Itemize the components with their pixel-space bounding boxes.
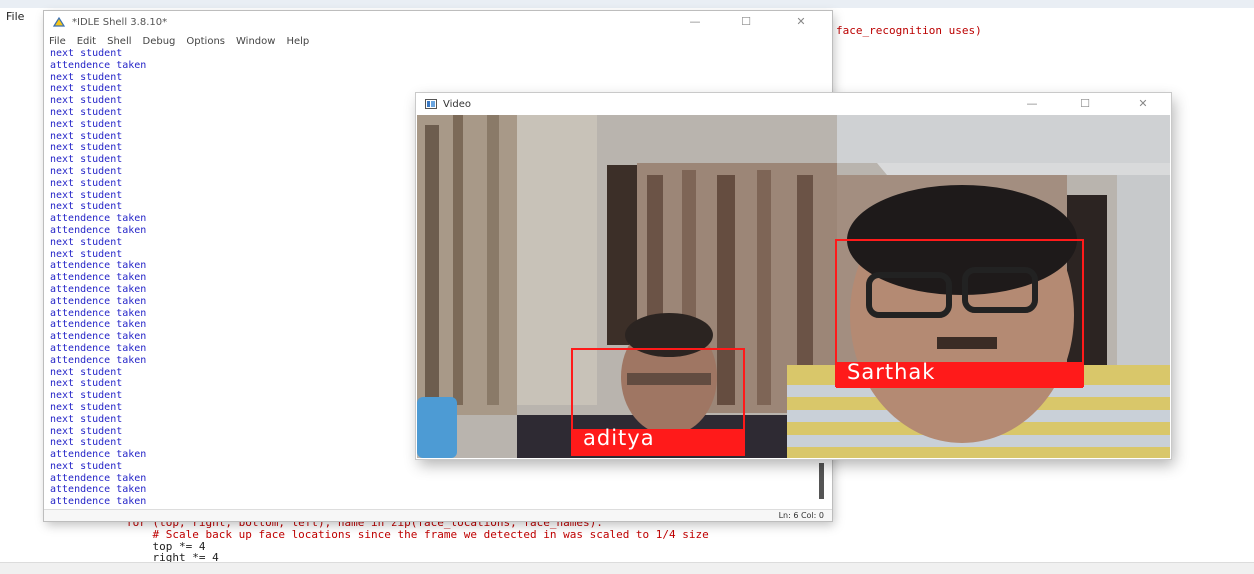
shell-output-line: next student bbox=[50, 48, 123, 59]
menu-shell[interactable]: Shell bbox=[107, 36, 131, 47]
code-line: # Scale back up face locations since the… bbox=[126, 528, 709, 541]
background-menu-file[interactable]: File bbox=[0, 10, 24, 23]
shell-scrollbar-thumb[interactable] bbox=[819, 463, 824, 499]
background-editor-titlebar bbox=[0, 0, 1254, 8]
shell-output-line: next student bbox=[50, 460, 123, 472]
shell-output-line: attendence taken bbox=[50, 496, 147, 508]
menu-help[interactable]: Help bbox=[286, 36, 309, 47]
shell-output-line: next student bbox=[50, 71, 123, 83]
face-label-sarthak: Sarthak bbox=[847, 360, 936, 384]
face-label-aditya: aditya bbox=[583, 426, 655, 450]
video-app-icon bbox=[425, 99, 437, 109]
maximize-button[interactable]: ☐ bbox=[731, 15, 761, 28]
code-line: face_recognition uses) bbox=[836, 24, 982, 37]
minimize-button[interactable]: — bbox=[680, 15, 710, 28]
idle-menubar: File Edit Shell Debug Options Window Hel… bbox=[44, 33, 832, 49]
shell-output-line: attendence taken bbox=[50, 59, 147, 71]
minimize-button[interactable]: — bbox=[1017, 97, 1047, 110]
idle-title-text: *IDLE Shell 3.8.10* bbox=[72, 16, 168, 28]
shell-output-line: attendence taken bbox=[50, 484, 147, 496]
close-button[interactable]: ✕ bbox=[1128, 97, 1158, 110]
menu-edit[interactable]: Edit bbox=[77, 36, 96, 47]
maximize-button[interactable]: ☐ bbox=[1070, 97, 1100, 110]
close-button[interactable]: ✕ bbox=[786, 15, 816, 28]
video-window[interactable]: Video — ☐ ✕ aditya Sarthak bbox=[416, 93, 1171, 459]
video-title-text: Video bbox=[443, 98, 472, 110]
camera-feed: aditya Sarthak bbox=[417, 115, 1170, 458]
menu-window[interactable]: Window bbox=[236, 36, 275, 47]
idle-app-icon bbox=[52, 16, 66, 27]
shell-output-line: attendence taken bbox=[50, 472, 147, 484]
idle-titlebar[interactable]: *IDLE Shell 3.8.10* — ☐ ✕ bbox=[44, 11, 832, 33]
video-titlebar[interactable]: Video — ☐ ✕ bbox=[416, 93, 1171, 115]
idle-status-bar: Ln: 6 Col: 0 bbox=[44, 509, 832, 521]
camera-image bbox=[417, 115, 1170, 458]
background-status-strip bbox=[0, 562, 1254, 574]
menu-options[interactable]: Options bbox=[186, 36, 225, 47]
menu-file[interactable]: File bbox=[49, 36, 66, 47]
menu-debug[interactable]: Debug bbox=[143, 36, 176, 47]
